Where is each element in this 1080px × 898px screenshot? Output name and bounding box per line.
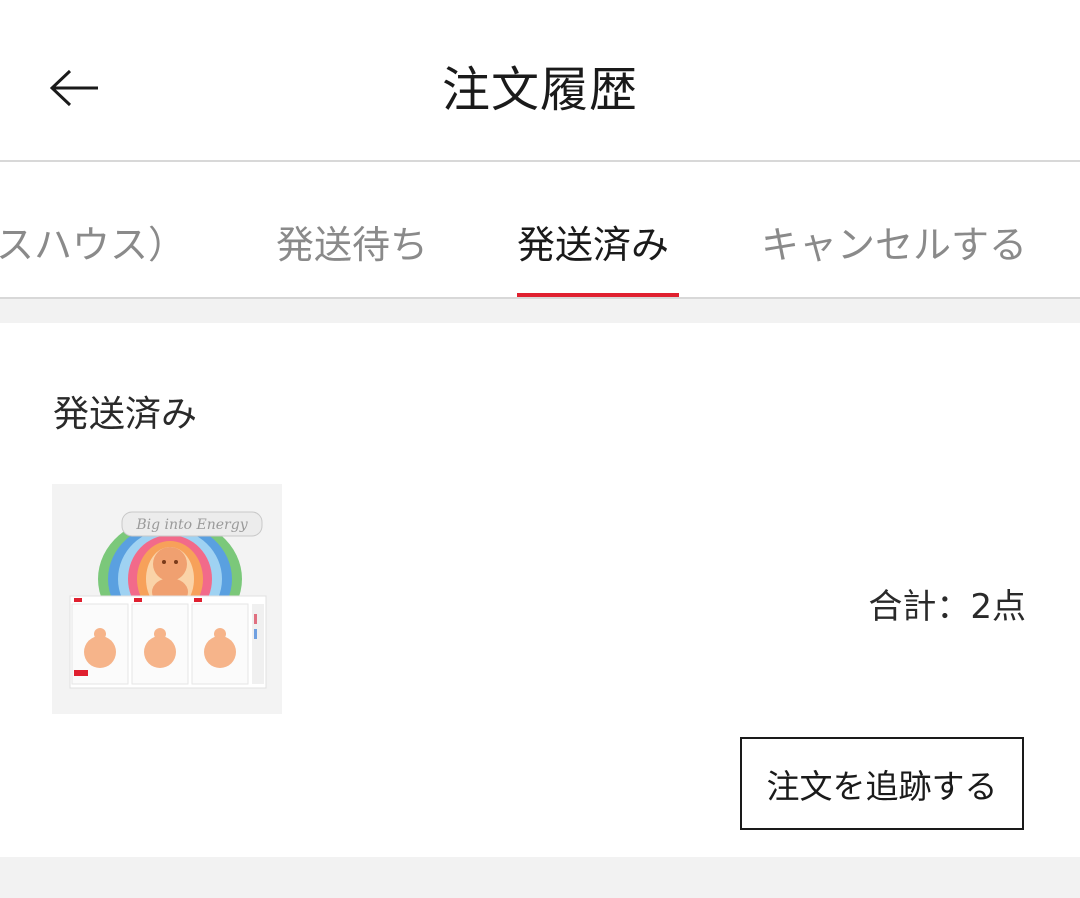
- tab-awaiting-shipment[interactable]: 発送待ち: [276, 214, 428, 269]
- tab-cancel[interactable]: キャンセルする: [761, 214, 1027, 269]
- tab-in-house[interactable]: スハウス）: [0, 214, 186, 269]
- order-card[interactable]: 発送済み Big into Energy 合計：2点 注文を追跡する: [0, 323, 1080, 857]
- tab-shipped[interactable]: 発送済み: [517, 214, 669, 269]
- page-title: 注文履歴: [441, 62, 638, 118]
- section-gap: [0, 299, 1080, 323]
- order-status-tabs: スハウス） 発送待ち 発送済み キャンセルする: [0, 162, 1080, 298]
- product-image: Big into Energy: [52, 484, 282, 714]
- track-order-button[interactable]: 注文を追跡する: [740, 737, 1024, 830]
- product-thumbnail[interactable]: Big into Energy: [52, 484, 282, 714]
- app-header: 注文履歴: [0, 0, 1080, 162]
- bottom-gap: [0, 857, 1080, 898]
- order-status-label: 発送済み: [53, 394, 198, 435]
- product-logo-text: Big into Energy: [135, 517, 248, 533]
- order-total: 合計：2点: [868, 587, 1026, 627]
